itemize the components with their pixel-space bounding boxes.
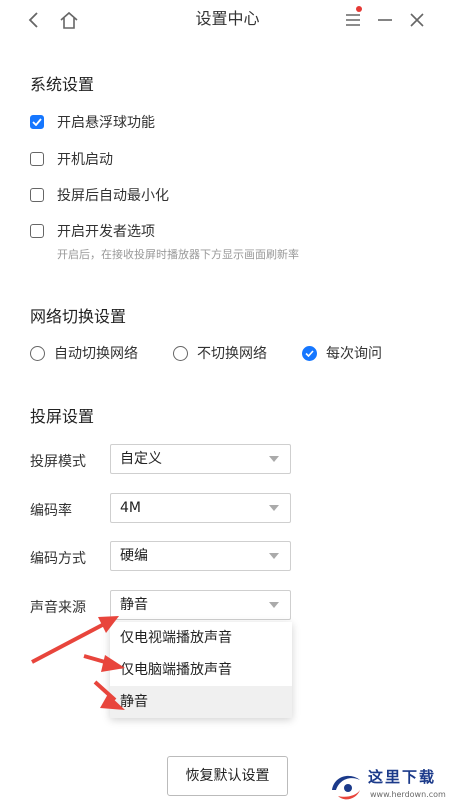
dropdown-option-pc-sound[interactable]: 仅电脑端播放声音 — [110, 654, 292, 686]
bitrate-select[interactable]: 4M — [110, 493, 291, 523]
radio-label: 每次询问 — [326, 346, 382, 362]
watermark: 这里下载 www.herdown.com — [326, 766, 454, 806]
radio-ask-every-time[interactable]: 每次询问 — [302, 343, 382, 363]
encoding-select[interactable]: 硬编 — [110, 541, 291, 571]
encoding-label: 编码方式 — [30, 551, 86, 567]
checkbox-auto-start[interactable]: 开机启动 — [30, 149, 113, 169]
select-value: 静音 — [120, 597, 148, 613]
radio-auto-switch[interactable]: 自动切换网络 — [30, 343, 138, 363]
title-bar: 设置中心 — [0, 0, 455, 40]
checkbox-label: 投屏后自动最小化 — [57, 188, 169, 204]
watermark-text: 这里下载 — [368, 768, 437, 786]
dropdown-option-mute[interactable]: 静音 — [110, 686, 292, 718]
chevron-down-icon — [269, 456, 279, 462]
checkbox-icon[interactable] — [30, 188, 44, 202]
select-value: 自定义 — [120, 451, 162, 467]
checkbox-label: 开机启动 — [57, 152, 113, 168]
radio-label: 自动切换网络 — [54, 346, 138, 362]
checkbox-label: 开启悬浮球功能 — [57, 115, 155, 131]
sound-source-dropdown: 仅电视端播放声音 仅电脑端播放声音 静音 — [110, 622, 292, 718]
system-settings-heading: 系统设置 — [30, 75, 95, 94]
radio-icon[interactable] — [173, 345, 188, 361]
developer-hint: 开启后，在接收投屏时播放器下方显示画面刷新率 — [57, 248, 299, 261]
radio-checked-icon[interactable] — [302, 345, 317, 361]
minimize-icon[interactable] — [373, 8, 397, 32]
checkbox-icon[interactable] — [30, 224, 44, 238]
watermark-url: www.herdown.com — [370, 790, 446, 799]
notification-dot — [356, 6, 362, 12]
checkbox-icon[interactable] — [30, 152, 44, 166]
checkbox-auto-minimize[interactable]: 投屏后自动最小化 — [30, 185, 169, 205]
watermark-logo-icon — [332, 775, 360, 800]
chevron-down-icon — [269, 602, 279, 608]
sound-source-label: 声音来源 — [30, 600, 86, 616]
chevron-down-icon — [269, 553, 279, 559]
close-icon[interactable] — [405, 8, 429, 32]
cast-mode-label: 投屏模式 — [30, 454, 86, 470]
checkbox-checked-icon[interactable] — [30, 115, 44, 129]
select-value: 硬编 — [120, 548, 148, 564]
radio-icon[interactable] — [30, 345, 45, 361]
menu-icon[interactable] — [341, 8, 365, 32]
radio-label: 不切换网络 — [197, 346, 267, 362]
dropdown-option-tv-sound[interactable]: 仅电视端播放声音 — [110, 622, 292, 654]
sound-source-select[interactable]: 静音 — [110, 590, 291, 620]
bitrate-label: 编码率 — [30, 503, 72, 519]
network-settings-heading: 网络切换设置 — [30, 307, 127, 326]
reset-defaults-button[interactable]: 恢复默认设置 — [167, 756, 288, 796]
checkbox-floating-ball[interactable]: 开启悬浮球功能 — [30, 112, 155, 132]
radio-no-switch[interactable]: 不切换网络 — [173, 343, 267, 363]
select-value: 4M — [120, 500, 141, 516]
cast-mode-select[interactable]: 自定义 — [110, 444, 291, 474]
checkbox-developer-options[interactable]: 开启开发者选项 — [30, 221, 155, 241]
chevron-down-icon — [269, 505, 279, 511]
cast-settings-heading: 投屏设置 — [30, 407, 95, 426]
checkbox-label: 开启开发者选项 — [57, 224, 155, 240]
